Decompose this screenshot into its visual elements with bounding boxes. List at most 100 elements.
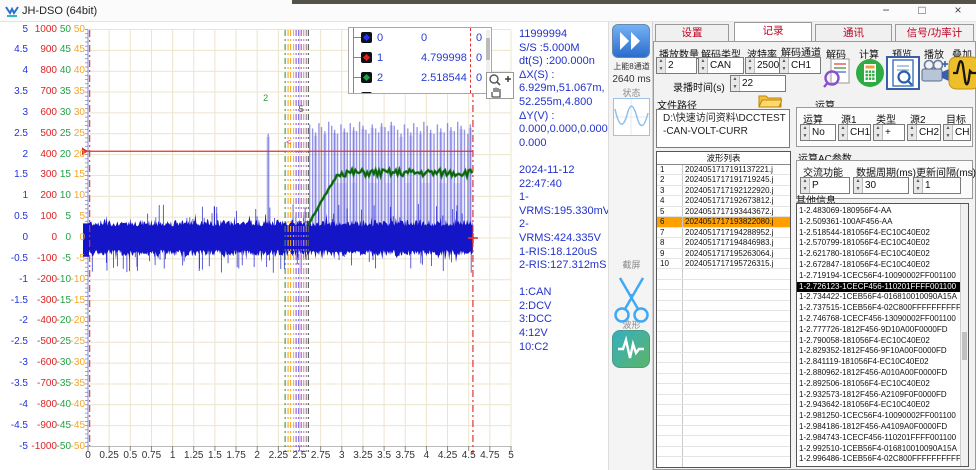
legend-row[interactable]: 3 [349,88,491,94]
op-field-4-spinner[interactable]: ▲▼CH2 [943,124,971,141]
calculator-icon[interactable] [855,58,885,88]
table-row[interactable] [657,395,790,405]
overlay-icon[interactable] [948,56,976,86]
list-item[interactable]: 1-2.984743-1CECF456-110201FFFF001100 [797,433,968,444]
waveform-button[interactable] [612,330,650,368]
table-row[interactable]: 102024051717195726315.j [657,259,790,269]
table-row[interactable]: 42024051717192673812.j [657,196,790,206]
measurement-line: 2024-11-12 22:47:40 [519,164,608,191]
table-row[interactable] [657,426,790,436]
op-field-2-spinner[interactable]: ▲▼+ [873,124,905,141]
list-item[interactable]: 1-2.777726-1812F456-9D10A00F0000FD [797,325,968,336]
table-row[interactable] [657,447,790,457]
table-row[interactable]: 12024051717191137221.j [657,165,790,175]
list-item[interactable]: 1-2.981250-1CEC56F4-10090002FF001100 [797,411,968,422]
record-time-spinner[interactable]: ▲▼22 [730,75,786,92]
list-item[interactable]: 1-2.992510-1CEB56F4-016810010090A15A [797,444,968,455]
list-item[interactable]: 1-2.790058-181056F4-EC10C40E02 [797,336,968,347]
preview-icon[interactable] [888,58,918,88]
list-item[interactable]: 1-2.746768-1CECF456-13090002FF001100 [797,314,968,325]
list-item[interactable]: 1-2.943642-181056F4-EC10C40E02 [797,400,968,411]
oscilloscope-plot[interactable]: 54.543.532.521.510.50-0.5-1-1.5-2-2.5-3-… [0,22,516,470]
list-item[interactable]: 1-2.734422-1CEB56F4-016810010090A15A [797,292,968,303]
measurement-line: dt(S) :200.000n [519,55,608,69]
y-tick-label: 10 [59,191,85,201]
tab-0[interactable]: 设置 [655,24,729,41]
waveform-file-table[interactable]: 波形列表 12024051717191137221.j 220240517171… [656,151,791,468]
list-item[interactable]: 1-2.829352-1812F456-9F10A00F0000FD [797,346,968,357]
table-row[interactable]: 72024051717194288952.j [657,228,790,238]
can-frame-list[interactable]: 1-2.483069-180956F4-AA1-2.509361-100AF45… [796,203,969,467]
tab-3[interactable]: 信号/功率计 [895,24,974,41]
x-tick-label: 4 [424,450,430,461]
table-row[interactable]: 62024051717193822080.j [657,217,790,227]
decode-icon[interactable] [823,58,853,88]
ac-field-1-spinner[interactable]: ▲▼30 [853,177,909,194]
measurement-line [519,150,608,164]
table-row[interactable] [657,416,790,426]
list-item[interactable]: 1-2.483069-180956F4-AA [797,206,968,217]
table-row[interactable] [657,311,790,321]
table-row[interactable] [657,384,790,394]
list-item[interactable]: 1-2.570799-181056F4-EC10C40E02 [797,238,968,249]
y-tick-label: 50 [59,25,85,35]
list-item[interactable]: 1-2.932573-1812F456-A2109F0F0000FD [797,390,968,401]
list-item[interactable]: 1-2.518544-181056F4-EC10C40E02 [797,228,968,239]
decode-channel-spinner[interactable]: ▲▼CH1 [779,57,821,74]
y-tick-label: -45 [59,421,85,431]
decode-type-spinner[interactable]: ▲▼CAN [698,57,744,74]
table-row[interactable]: 92024051717195263064.j [657,249,790,259]
legend-marker-icon [361,92,372,94]
legend-box[interactable]: 000 14.7999980 22.5185440 3 [348,27,492,94]
legend-row[interactable]: 000 [349,28,491,48]
table-row[interactable] [657,301,790,311]
list-item[interactable]: 1-2.996486-1CEB56F4-02C800FFFFFFFFFF [797,454,968,465]
pan-hand-icon[interactable] [487,86,513,98]
list-item[interactable]: 1-2.737515-1CEB56F4-02C800FFFFFFFFFF [797,303,968,314]
fast-forward-button[interactable] [612,24,650,58]
window-title: JH-DSO (64bit) [22,5,97,17]
op-field-3-spinner[interactable]: ▲▼CH2 [907,124,941,141]
list-item[interactable]: 1-2.841119-181056F4-EC10C40E02 [797,357,968,368]
tab-2[interactable]: 通讯 [815,24,892,41]
table-row[interactable] [657,374,790,384]
op-field-0-spinner[interactable]: ▲▼No [800,124,836,141]
zoom-tools[interactable] [486,72,514,99]
table-row[interactable]: 32024051717192122920.j [657,186,790,196]
table-row[interactable] [657,436,790,446]
tab-1[interactable]: 记录 [734,22,812,41]
table-row[interactable] [657,322,790,332]
legend-row[interactable]: 14.7999980 [349,48,491,68]
list-item[interactable]: 1-2.672847-181056F4-EC10C40E02 [797,260,968,271]
list-item[interactable]: 1-2.621780-181056F4-EC10C40E02 [797,249,968,260]
list-item[interactable]: 1-2.719194-1CEC56F4-10090002FF001100 [797,271,968,282]
ac-field-2-spinner[interactable]: ▲▼1 [913,177,961,194]
list-item[interactable]: 1-2.726123-1CECF456-110201FFFF001100 [797,282,968,293]
legend-row[interactable]: 22.5185440 [349,68,491,88]
list-item[interactable]: 1-2.892506-181056F4-EC10C40E02 [797,379,968,390]
table-row[interactable]: 52024051717193443672.j [657,207,790,217]
scrollbar-thumb[interactable] [962,332,967,360]
table-row[interactable]: 82024051717194846983.j [657,238,790,248]
table-row[interactable] [657,342,790,352]
table-row[interactable] [657,363,790,373]
list-item[interactable]: 1-2.880962-1812F456-A010A00F0000FD [797,368,968,379]
list-item[interactable]: 1-2.984186-1812F456-A4109A0F0000FD [797,422,968,433]
open-folder-icon[interactable] [758,93,782,108]
play-camera-icon[interactable] [920,58,950,88]
trace-marker-label: < [286,137,291,147]
list-item[interactable]: 1-2.509361-100AF456-AA [797,217,968,228]
play-count-spinner[interactable]: ▲▼2 [656,57,697,74]
table-row[interactable] [657,457,790,467]
op-field-1-spinner[interactable]: ▲▼CH1 [838,124,871,141]
table-row[interactable] [657,280,790,290]
table-row[interactable] [657,353,790,363]
table-row[interactable] [657,405,790,415]
scrollbar[interactable] [960,204,968,466]
table-row[interactable] [657,332,790,342]
table-row[interactable] [657,290,790,300]
table-row[interactable] [657,269,790,279]
table-row[interactable]: 22024051717191719245.j [657,175,790,185]
file-path-value[interactable]: D:\快速访问资料\DCCTEST-CAN-VOLT-CURR [656,109,790,148]
zoom-in-icon[interactable] [487,73,513,86]
